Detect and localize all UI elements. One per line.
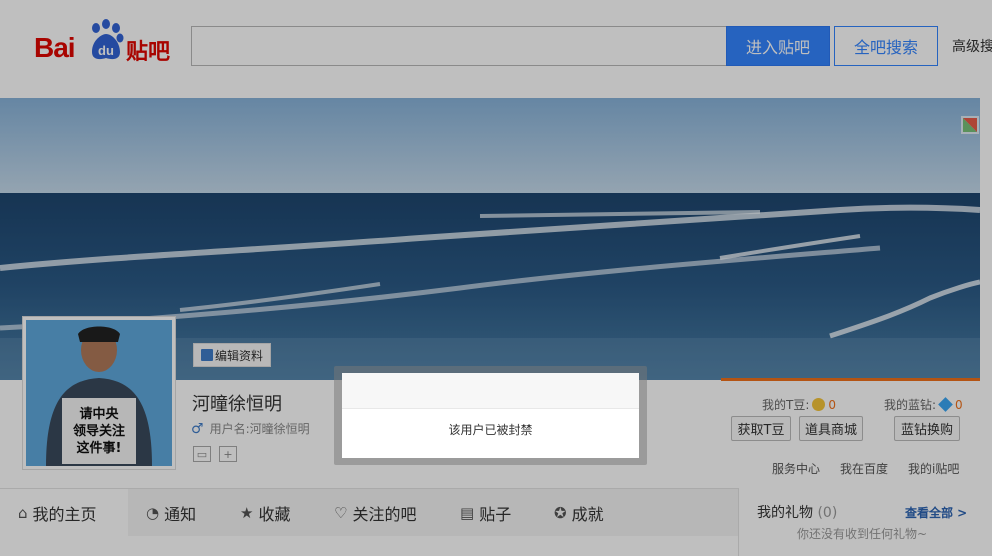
modal-backdrop[interactable] [0, 0, 992, 556]
banned-user-dialog: 该用户已被封禁 [342, 373, 639, 458]
banned-message: 该用户已被封禁 [448, 423, 533, 437]
dialog-header [342, 373, 639, 409]
